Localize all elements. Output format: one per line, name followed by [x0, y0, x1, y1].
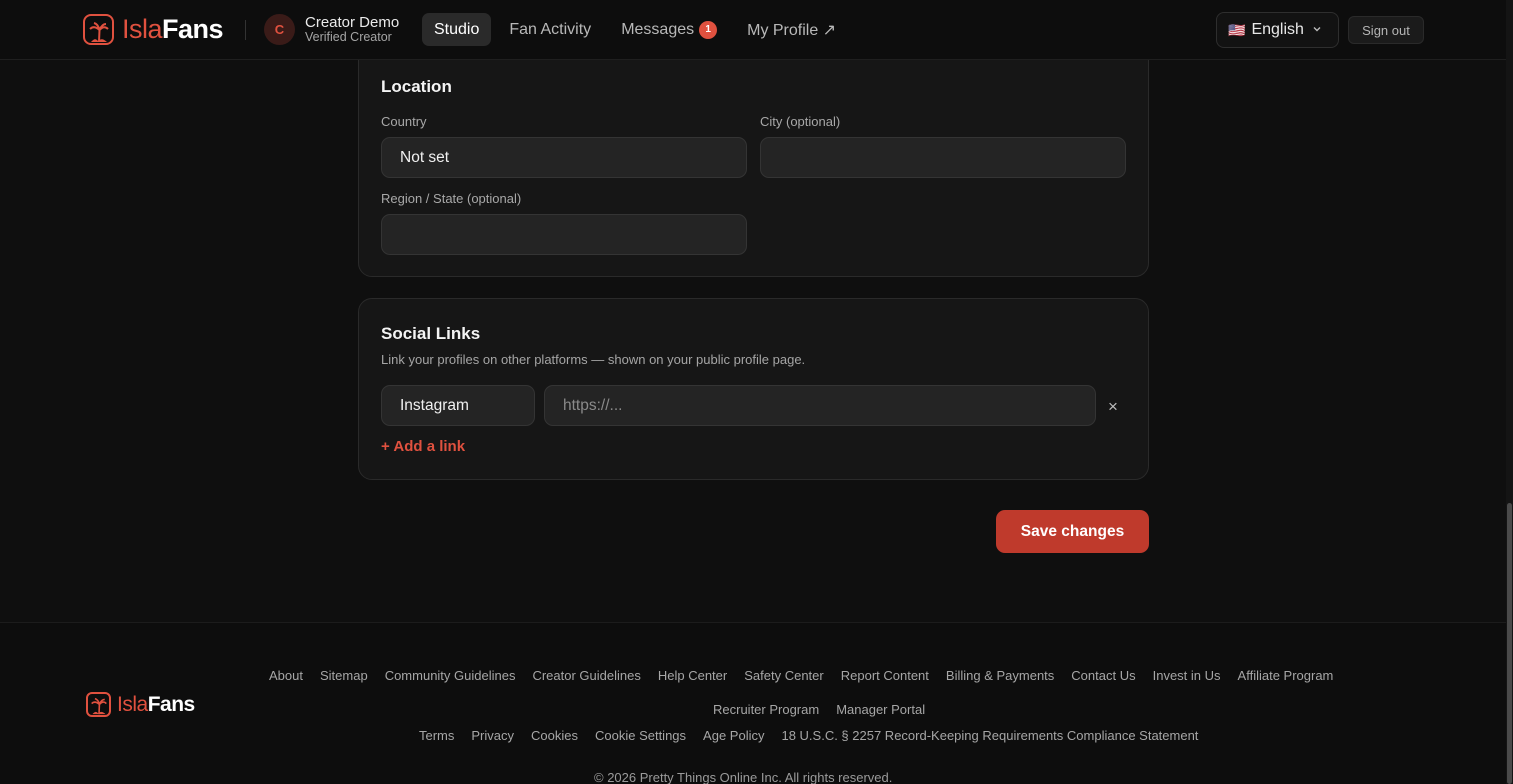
footer-link-cookie-settings[interactable]: Cookie Settings [595, 728, 686, 743]
social-links-description: Link your profiles on other platforms — … [381, 352, 806, 367]
footer-brand-logo[interactable]: IslaFans [86, 692, 195, 717]
footer-link-help-center[interactable]: Help Center [658, 668, 727, 683]
footer-links-row-1: About Sitemap Community Guidelines Creat… [269, 668, 1333, 683]
avatar: C [264, 14, 295, 45]
social-links-card: Social Links Link your profiles on other… [358, 298, 1149, 480]
creator-info: Creator Demo Verified Creator [305, 15, 399, 45]
nav-fan-activity[interactable]: Fan Activity [497, 13, 603, 46]
footer-link-terms[interactable]: Terms [419, 728, 454, 743]
footer-link-safety-center[interactable]: Safety Center [744, 668, 824, 683]
brand-logo[interactable]: IslaFans [83, 14, 224, 45]
brand-name: IslaFans [122, 14, 224, 44]
creator-name: Creator Demo [305, 13, 400, 31]
footer-links-row-2: Recruiter Program Manager Portal [713, 702, 925, 717]
footer-link-billing-payments[interactable]: Billing & Payments [946, 668, 1054, 683]
footer-link-invest-in-us[interactable]: Invest in Us [1153, 668, 1221, 683]
palm-tree-icon [83, 14, 114, 45]
nav-messages[interactable]: Messages 1 [609, 13, 729, 46]
chevron-down-icon [1312, 24, 1322, 37]
footer-link-2257-statement[interactable]: 18 U.S.C. § 2257 Record-Keeping Requirem… [781, 728, 1198, 743]
language-label: English [1251, 21, 1304, 38]
top-navigation-bar: IslaFans C Creator Demo Verified Creator… [0, 0, 1506, 60]
footer-link-community-guidelines[interactable]: Community Guidelines [385, 668, 516, 683]
nav-studio[interactable]: Studio [422, 13, 492, 46]
creator-identity[interactable]: C Creator Demo Verified Creator [264, 14, 399, 45]
social-url-input[interactable]: https://... [544, 385, 1096, 426]
us-flag-icon: 🇺🇸 [1228, 21, 1246, 38]
header-divider [245, 20, 246, 40]
language-select[interactable]: 🇺🇸 English [1216, 12, 1339, 48]
platform-select[interactable]: Instagram [381, 385, 535, 426]
footer-link-report-content[interactable]: Report Content [841, 668, 929, 683]
main-nav: Studio Fan Activity Messages 1 My Profil… [422, 13, 854, 46]
site-footer: IslaFans About Sitemap Community Guideli… [0, 622, 1506, 784]
footer-link-privacy[interactable]: Privacy [471, 728, 514, 743]
nav-messages-label: Messages [621, 20, 695, 38]
city-label: City (optional) [760, 114, 841, 129]
footer-link-manager-portal[interactable]: Manager Portal [836, 702, 925, 717]
page-scrollbar-thumb[interactable] [1507, 503, 1512, 784]
sign-out-button[interactable]: Sign out [1348, 16, 1424, 44]
region-input[interactable] [381, 214, 747, 255]
footer-link-creator-guidelines[interactable]: Creator Guidelines [532, 668, 640, 683]
country-select[interactable]: Not set [381, 137, 747, 178]
footer-link-age-policy[interactable]: Age Policy [703, 728, 764, 743]
footer-links-row-3: Terms Privacy Cookies Cookie Settings Ag… [419, 728, 1198, 743]
footer-link-contact-us[interactable]: Contact Us [1071, 668, 1135, 683]
social-links-title: Social Links [381, 324, 481, 343]
location-title: Location [381, 77, 452, 96]
add-link-button[interactable]: + Add a link [381, 438, 465, 455]
footer-link-cookies[interactable]: Cookies [531, 728, 578, 743]
city-input[interactable] [760, 137, 1126, 178]
country-label: Country [381, 114, 427, 129]
footer-link-sitemap[interactable]: Sitemap [320, 668, 368, 683]
save-changes-button[interactable]: Save changes [996, 510, 1149, 553]
footer-link-affiliate-program[interactable]: Affiliate Program [1238, 668, 1334, 683]
region-label: Region / State (optional) [381, 191, 522, 206]
location-card: Location Country Not set City (optional)… [358, 40, 1149, 277]
creator-role: Verified Creator [305, 29, 392, 44]
footer-brand-name: IslaFans [117, 693, 195, 716]
nav-my-profile[interactable]: My Profile ↗ [735, 13, 848, 46]
unread-badge: 1 [699, 20, 718, 39]
palm-tree-icon [86, 692, 111, 717]
close-icon[interactable]: × [1108, 397, 1118, 417]
footer-link-recruiter-program[interactable]: Recruiter Program [713, 702, 819, 717]
footer-link-about[interactable]: About [269, 668, 303, 683]
copyright: © 2026 Pretty Things Online Inc. All rig… [594, 770, 893, 784]
